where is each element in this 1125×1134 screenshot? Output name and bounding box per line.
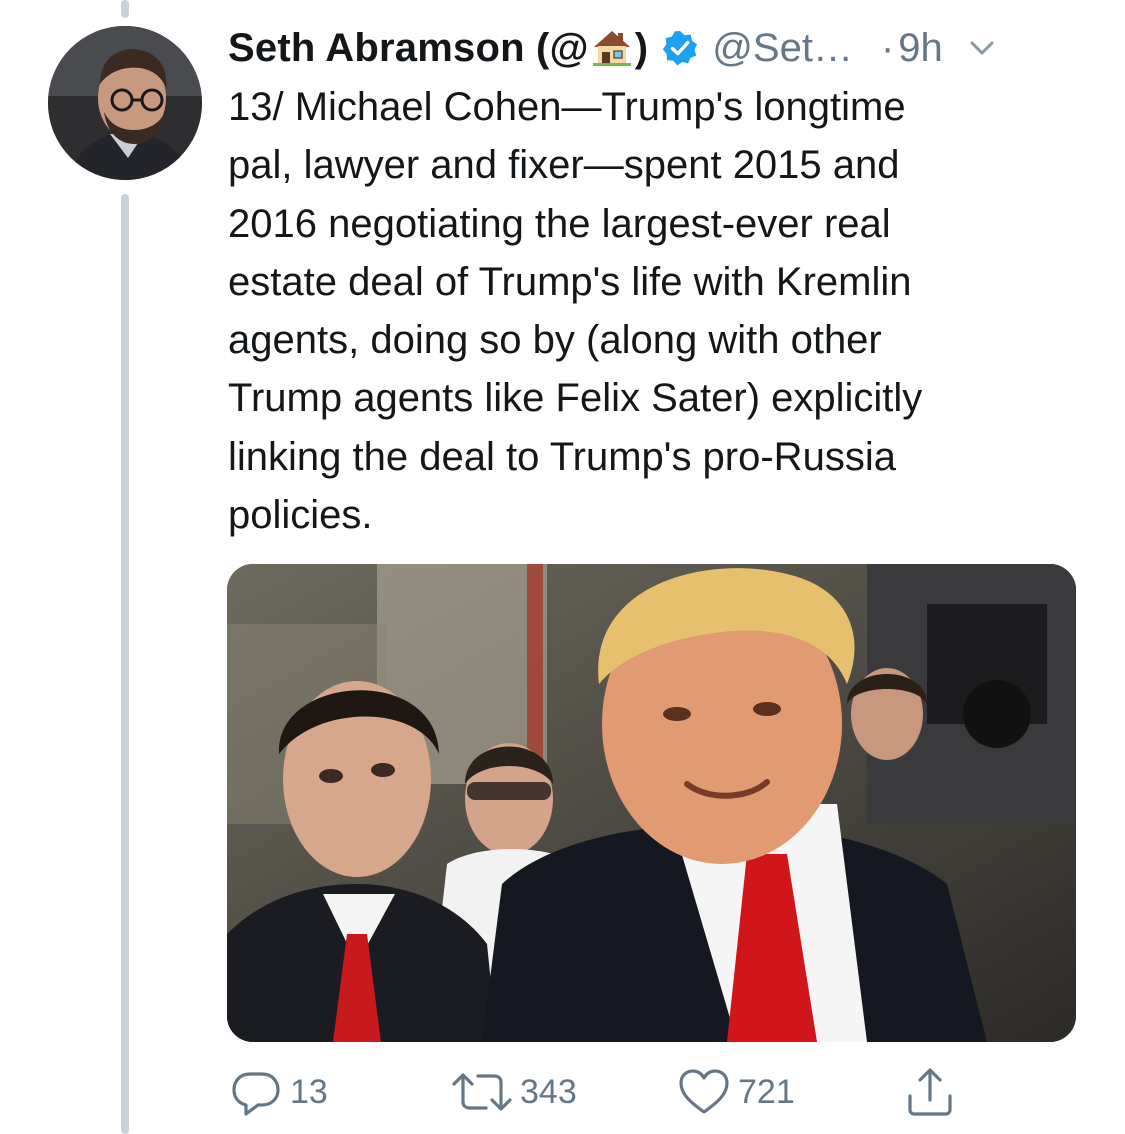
reply-icon xyxy=(232,1072,280,1116)
retweet-icon xyxy=(452,1073,512,1111)
reply-button[interactable]: 13 xyxy=(228,1064,328,1120)
tweet-text-line: policies. xyxy=(228,493,373,538)
tweet-text: 13/ Michael Cohen—Trump's longtime pal, … xyxy=(228,78,1048,544)
timestamp[interactable]: 9h xyxy=(898,26,943,71)
thread-line xyxy=(121,194,129,1134)
tweet[interactable]: Seth Abramson (@ ) @Set… · 9h 13/ Michae… xyxy=(0,0,1125,1134)
tweet-text-line: pal, lawyer and fixer—spent 2015 and xyxy=(228,143,900,188)
tweet-text-line: linking the deal to Trump's pro-Russia xyxy=(228,434,896,479)
profile-photo-icon xyxy=(48,26,202,180)
author-name-suffix: ) xyxy=(634,25,649,70)
photo-image xyxy=(227,564,1076,1042)
verified-badge-icon xyxy=(663,31,698,66)
author-handle[interactable]: @Set… xyxy=(712,26,853,71)
like-count: 721 xyxy=(738,1072,795,1111)
tweet-text-line: Trump agents like Felix Sater) explicitl… xyxy=(228,376,923,421)
tweet-text-line: 2016 negotiating the largest-ever real xyxy=(228,201,891,246)
retweet-count: 343 xyxy=(520,1072,577,1111)
tweet-photo[interactable] xyxy=(227,564,1076,1042)
separator-dot: · xyxy=(880,25,895,70)
heart-icon xyxy=(679,1069,729,1114)
retweet-button[interactable]: 343 xyxy=(450,1064,577,1120)
share-button[interactable] xyxy=(904,1064,956,1120)
author-name[interactable]: Seth Abramson (@ ) xyxy=(228,26,648,71)
chevron-down-icon[interactable] xyxy=(965,31,999,65)
thread-line-top xyxy=(121,0,129,18)
avatar[interactable] xyxy=(48,26,202,180)
tweet-text-line: 13/ Michael Cohen—Trump's longtime xyxy=(228,85,906,129)
reply-count: 13 xyxy=(290,1072,328,1111)
tweet-text-line: estate deal of Trump's life with Kremlin xyxy=(228,259,912,304)
tweet-header: Seth Abramson (@ ) @Set… · 9h xyxy=(228,18,1088,78)
tweet-text-line: agents, doing so by (along with other xyxy=(228,318,882,363)
like-button[interactable]: 721 xyxy=(676,1064,795,1120)
house-emoji-icon xyxy=(592,30,631,66)
tweet-actions: 13 343 721 xyxy=(228,1064,988,1120)
share-icon xyxy=(908,1068,952,1116)
author-name-prefix: Seth Abramson (@ xyxy=(228,25,589,70)
